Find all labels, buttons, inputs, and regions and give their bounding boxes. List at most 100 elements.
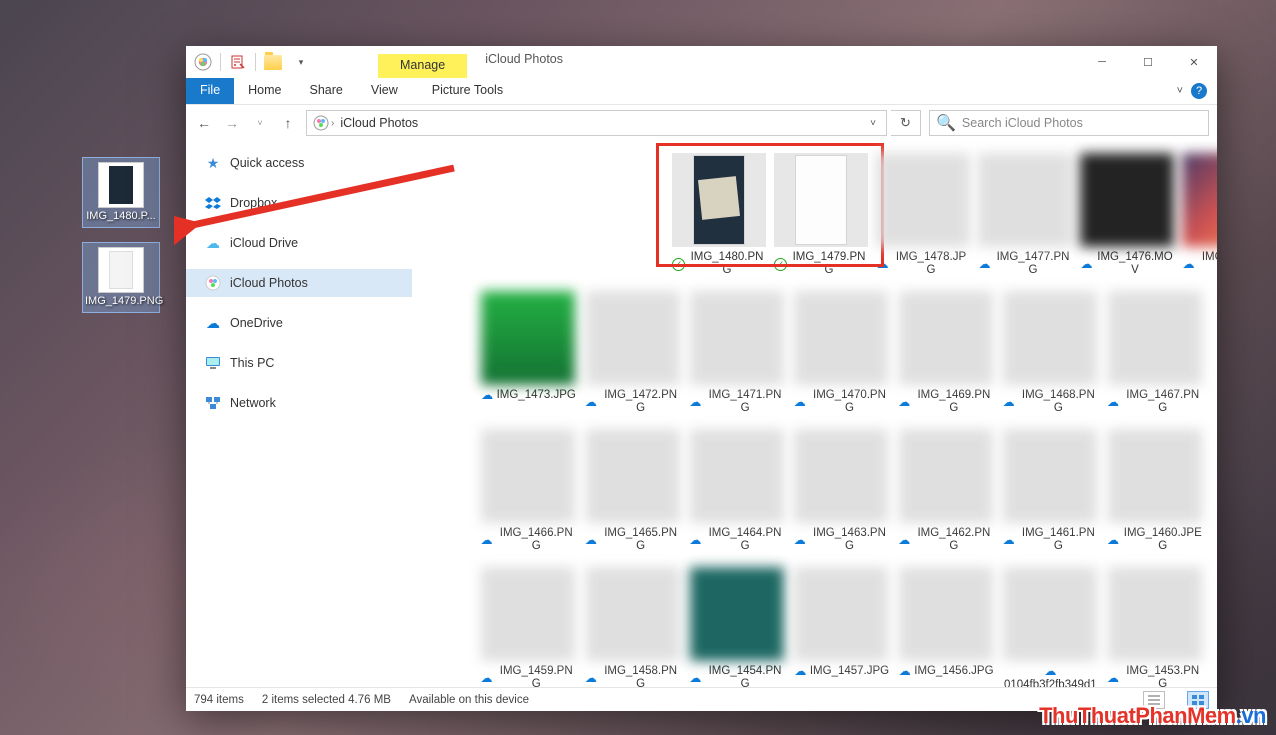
file-item[interactable]: ☁IMG_1467.PNG <box>1103 285 1207 419</box>
file-name: IMG_1456.JPG <box>914 665 993 678</box>
cloud-status-icon: ☁ <box>584 534 597 547</box>
file-item[interactable]: ☁IMG_1456.JPG <box>894 561 998 687</box>
file-name: IMG_1464.PNG <box>705 527 785 553</box>
tab-share[interactable]: Share <box>296 78 357 104</box>
nav-back-button[interactable]: ← <box>190 109 218 137</box>
file-thumbnail <box>794 291 888 385</box>
nav-up-button[interactable]: ↑ <box>274 109 302 137</box>
sidebar-item-icloud-drive[interactable]: ☁ iCloud Drive <box>186 229 412 257</box>
file-item[interactable]: ☁IMG_1478.JPG <box>872 147 974 281</box>
refresh-button[interactable]: ↻ <box>891 110 921 136</box>
sidebar-item-this-pc[interactable]: This PC <box>186 349 412 377</box>
file-item[interactable]: ☁IMG_1457.JPG <box>789 561 893 687</box>
file-item[interactable]: ☁IMG_1465.PNG <box>580 423 684 557</box>
file-item[interactable]: ☁IMG_1464.PNG <box>685 423 789 557</box>
status-availability: Available on this device <box>409 694 529 706</box>
search-input[interactable] <box>962 116 1202 130</box>
cloud-status-icon: ☁ <box>1107 534 1120 547</box>
nav-history-dropdown[interactable]: ˅ <box>246 109 274 137</box>
file-list-pane[interactable]: ✓IMG_1480.PNG ✓IMG_1479.PNG ☁IMG_1478.JP… <box>412 141 1217 687</box>
file-item[interactable]: ☁IMG_1471.PNG <box>685 285 789 419</box>
search-box[interactable]: 🔍 <box>929 110 1209 136</box>
file-item[interactable]: ☁IMG_1459.PNG <box>476 561 580 687</box>
file-caption: ☁IMG_1473.JPG <box>480 389 576 402</box>
cloud-status-icon: ☁ <box>898 665 911 678</box>
desktop-icon-img1479[interactable]: IMG_1479.PNG <box>82 242 160 313</box>
file-caption: ☁IMG_1454.PNG <box>689 665 785 687</box>
tab-picture-tools[interactable]: Picture Tools <box>418 78 517 104</box>
file-item[interactable]: ☁IMG_1466.PNG <box>476 423 580 557</box>
tab-view[interactable]: View <box>357 78 412 104</box>
file-item[interactable]: ☁IMG_1476.MOV <box>1076 147 1178 281</box>
file-item[interactable]: ☁IMG_1470.PNG <box>789 285 893 419</box>
icloud-photos-icon <box>204 274 222 292</box>
sidebar-item-dropbox[interactable]: Dropbox <box>186 189 412 217</box>
qat-dropdown-icon[interactable]: ▾ <box>290 51 312 73</box>
file-name: 0104fb3f2fb349d18f68808bfbdc6d9b.mov <box>1003 679 1098 687</box>
address-dropdown-icon[interactable]: ˅ <box>864 118 882 129</box>
nav-forward-button[interactable]: → <box>218 109 246 137</box>
cloud-status-icon: ☁ <box>1107 672 1120 685</box>
status-selection: 2 items selected 4.76 MB <box>262 694 391 706</box>
file-item[interactable]: ☁IMG_1477.PNG <box>974 147 1076 281</box>
file-item[interactable]: ☁IMG_1462.PNG <box>894 423 998 557</box>
sidebar-label: OneDrive <box>230 316 283 330</box>
sidebar-item-onedrive[interactable]: ☁OneDrive <box>186 309 412 337</box>
file-thumbnail <box>1108 291 1202 385</box>
breadcrumb-current[interactable]: iCloud Photos <box>334 116 424 130</box>
sidebar-label: This PC <box>230 356 274 370</box>
file-thumbnail <box>690 567 784 661</box>
file-item[interactable]: ☁IMG_1463.PNG <box>789 423 893 557</box>
file-caption: ☁IMG_1453.PNG <box>1107 665 1203 687</box>
context-tab-manage[interactable]: Manage <box>378 54 467 78</box>
desktop-icon-img1480[interactable]: IMG_1480.P... <box>82 157 160 228</box>
close-button[interactable]: ✕ <box>1171 46 1217 78</box>
maximize-button[interactable]: ☐ <box>1125 46 1171 78</box>
file-item[interactable]: ☁IMG_1461.PNG <box>998 423 1102 557</box>
file-caption: ☁IMG_1470.PNG <box>793 389 889 415</box>
file-item[interactable]: ✓IMG_1479.PNG <box>770 147 872 281</box>
sidebar-item-icloud-photos[interactable]: iCloud Photos <box>186 269 412 297</box>
tab-file[interactable]: File <box>186 78 234 104</box>
cloud-status-icon: ☁ <box>1002 396 1015 409</box>
file-item[interactable]: ☁IMG_1468.PNG <box>998 285 1102 419</box>
cloud-status-icon: ☁ <box>978 258 991 271</box>
file-name: IMG_1469.PNG <box>914 389 994 415</box>
tab-home[interactable]: Home <box>234 78 295 104</box>
file-name: IMG_1458.PNG <box>600 665 680 687</box>
file-item[interactable]: ☁IMG_1458.PNG <box>580 561 684 687</box>
file-item[interactable]: ☁0104fb3f2fb349d18f68808bfbdc6d9b.mov <box>998 561 1102 687</box>
file-item[interactable]: ☁IMG_1460.JPEG <box>1103 423 1207 557</box>
file-name: IMG_1454.PNG <box>705 665 785 687</box>
file-name: IMG_1470.PNG <box>809 389 889 415</box>
file-item[interactable]: ✓IMG_1480.PNG <box>668 147 770 281</box>
folder-icon[interactable] <box>262 51 284 73</box>
cloud-status-icon: ☁ <box>1080 258 1093 271</box>
ribbon-expand-icon[interactable]: ˅ <box>1177 85 1183 97</box>
file-item[interactable]: ☁IMG_1453.PNG <box>1103 561 1207 687</box>
address-bar[interactable]: › iCloud Photos ˅ <box>306 110 887 136</box>
file-thumbnail <box>586 291 680 385</box>
sidebar-label: iCloud Drive <box>230 236 298 250</box>
minimize-button[interactable]: ─ <box>1079 46 1125 78</box>
file-thumbnail <box>481 291 575 385</box>
file-thumbnail <box>876 153 970 247</box>
ribbon-tabs: File Home Share View Picture Tools ˅ ? <box>186 78 1217 105</box>
file-name: IMG_1453.PNG <box>1123 665 1203 687</box>
sidebar-item-network[interactable]: Network <box>186 389 412 417</box>
file-item[interactable]: ☁IMG_1475.JPG <box>1178 147 1217 281</box>
file-item[interactable]: ☁IMG_1469.PNG <box>894 285 998 419</box>
dropbox-icon <box>204 194 222 212</box>
help-icon[interactable]: ? <box>1191 83 1207 99</box>
status-item-count: 794 items <box>194 694 244 706</box>
file-thumbnail <box>1108 567 1202 661</box>
file-item[interactable]: ☁IMG_1454.PNG <box>685 561 789 687</box>
file-item[interactable]: ☁IMG_1473.JPG <box>476 285 580 419</box>
cloud-icon: ☁ <box>204 234 222 252</box>
app-icon[interactable] <box>192 51 214 73</box>
file-thumbnail <box>1003 291 1097 385</box>
titlebar[interactable]: ▾ Manage iCloud Photos ─ ☐ ✕ <box>186 46 1217 78</box>
file-item[interactable]: ☁IMG_1472.PNG <box>580 285 684 419</box>
properties-icon[interactable] <box>227 51 249 73</box>
sidebar-item-quick-access[interactable]: ★Quick access <box>186 149 412 177</box>
